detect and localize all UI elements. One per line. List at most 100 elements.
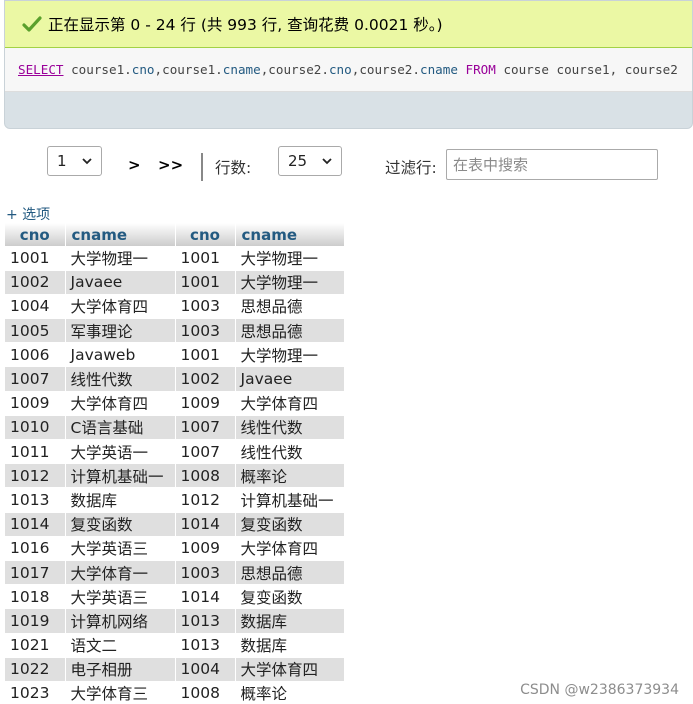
cell-cname: 思想品德	[235, 560, 345, 586]
cell-cno: 1011	[5, 439, 66, 465]
sql-column: cname	[419, 62, 458, 77]
table-row[interactable]: 1019 计算机网络 1013 数据库	[5, 608, 345, 634]
table-row[interactable]: 1004 大学体育四 1003 思想品德	[5, 294, 345, 320]
cell-cname: 思想品德	[235, 318, 345, 344]
table-row[interactable]: 1011 大学英语一 1007 线性代数	[5, 439, 345, 465]
cell-cno: 1002	[175, 366, 236, 392]
table-row[interactable]: 1023 大学体育三 1008 概率论	[5, 681, 345, 704]
cell-cname: 概率论	[235, 463, 345, 489]
cell-cno: 1001	[175, 342, 236, 368]
pagination-bar: 1 > >> 行数: 25 过滤行:	[0, 146, 693, 184]
cell-cno: 1013	[175, 608, 236, 634]
cell-cno: 1009	[5, 391, 66, 416]
chevron-down-icon	[82, 158, 92, 165]
table-header-row: cno cname cno cname	[5, 223, 345, 246]
cell-cname: 概率论	[235, 681, 345, 704]
query-result-message-box: 正在显示第 0 - 24 行 (共 993 行, 查询花费 0.0021 秒。)…	[4, 0, 693, 129]
options-toggle[interactable]: + 选项	[6, 204, 50, 224]
cell-cname: 大学体育四	[235, 391, 345, 416]
cell-cno: 1009	[175, 391, 236, 416]
table-row[interactable]: 1022 电子相册 1004 大学体育四	[5, 657, 345, 682]
cell-cno: 1014	[5, 512, 66, 537]
page-select[interactable]: 1	[47, 146, 102, 176]
table-row[interactable]: 1007 线性代数 1002 Javaee	[5, 366, 345, 392]
cell-cname: 大学物理一	[235, 342, 345, 368]
cell-cname: 大学物理一	[65, 246, 176, 271]
table-row[interactable]: 1018 大学英语三 1014 复变函数	[5, 584, 345, 610]
cell-cno: 1018	[5, 584, 66, 610]
table-row[interactable]: 1017 大学体育一 1003 思想品德	[5, 560, 345, 586]
cell-cname: 复变函数	[235, 512, 345, 537]
cell-cno: 1005	[5, 318, 66, 344]
table-row[interactable]: 1009 大学体育四 1009 大学体育四	[5, 391, 345, 416]
cell-cname: 电子相册	[65, 657, 176, 682]
cell-cname: 大学体育四	[235, 657, 345, 682]
cell-cno: 1014	[175, 584, 236, 610]
cell-cname: 线性代数	[65, 366, 176, 392]
results-table: cno cname cno cname 1001 大学物理一 1001 大学物理一 10…	[5, 223, 345, 704]
cell-cno: 1001	[175, 246, 236, 271]
cell-cno: 1013	[175, 633, 236, 658]
filter-label: 过滤行:	[385, 159, 437, 177]
column-header-cname[interactable]: cname	[235, 223, 345, 246]
cell-cname: 大学英语三	[65, 584, 176, 610]
cell-cname: 大学英语三	[65, 536, 176, 561]
column-header-cname[interactable]: cname	[65, 223, 176, 246]
table-row[interactable]: 1016 大学英语三 1009 大学体育四	[5, 536, 345, 561]
sql-keyword-select[interactable]: SELECT	[18, 62, 64, 77]
next-page-button[interactable]: >	[128, 156, 141, 174]
table-row[interactable]: 1021 语文二 1013 数据库	[5, 633, 345, 658]
rows-label: 行数:	[215, 159, 252, 177]
sql-column: cno	[328, 62, 352, 77]
cell-cname: 数据库	[235, 633, 345, 658]
table-row[interactable]: 1002 Javaee 1001 大学物理一	[5, 270, 345, 295]
status-text: 正在显示第 0 - 24 行 (共 993 行, 查询花费 0.0021 秒。)	[48, 16, 443, 34]
cell-cname: 线性代数	[235, 439, 345, 465]
sql-token: course2.	[359, 62, 420, 77]
table-row[interactable]: 1001 大学物理一 1001 大学物理一	[5, 246, 345, 271]
filter-rows-input[interactable]	[446, 149, 658, 180]
table-body: 1001 大学物理一 1001 大学物理一 1002 Javaee 1001 大学物理一 100…	[5, 246, 345, 704]
cell-cname: 数据库	[65, 487, 176, 513]
cell-cno: 1001	[5, 246, 66, 271]
check-icon	[22, 16, 42, 32]
column-header-cno[interactable]: cno	[5, 223, 66, 246]
rows-select-value: 25	[288, 152, 308, 170]
cell-cno: 1021	[5, 633, 66, 658]
cell-cno: 1014	[175, 512, 236, 537]
table-row[interactable]: 1012 计算机基础一 1008 概率论	[5, 463, 345, 489]
last-page-button[interactable]: >>	[158, 156, 183, 174]
sql-token: ,	[351, 62, 360, 77]
cell-cno: 1008	[175, 463, 236, 489]
rows-per-page-select[interactable]: 25	[278, 146, 342, 176]
cell-cno: 1003	[175, 318, 236, 344]
sql-keyword-from: FROM	[465, 62, 496, 77]
table-row[interactable]: 1010 C语言基础 1007 线性代数	[5, 415, 345, 441]
cell-cname: 复变函数	[235, 584, 345, 610]
cell-cname: C语言基础	[65, 415, 176, 441]
cell-cname: 计算机基础一	[65, 463, 176, 489]
column-header-cno[interactable]: cno	[175, 223, 236, 246]
cell-cname: 复变函数	[65, 512, 176, 537]
cell-cno: 1003	[175, 294, 236, 320]
cell-cname: Javaee	[235, 366, 345, 392]
sql-tail: course course1, course2	[503, 62, 678, 77]
chevron-down-icon	[322, 158, 332, 165]
table-row[interactable]: 1005 军事理论 1003 思想品德	[5, 318, 345, 344]
table-row[interactable]: 1014 复变函数 1014 复变函数	[5, 512, 345, 537]
cell-cno: 1022	[5, 657, 66, 682]
cell-cno: 1004	[5, 294, 66, 320]
cell-cname: 大学体育三	[65, 681, 176, 704]
cell-cname: 大学体育一	[65, 560, 176, 586]
cell-cname: 计算机网络	[65, 608, 176, 634]
cell-cno: 1007	[175, 415, 236, 441]
cell-cname: 大学体育四	[235, 536, 345, 561]
table-row[interactable]: 1013 数据库 1012 计算机基础一	[5, 487, 345, 513]
page-select-value: 1	[57, 152, 67, 170]
table-row[interactable]: 1006 Javaweb 1001 大学物理一	[5, 342, 345, 368]
cell-cname: 大学体育四	[65, 294, 176, 320]
sql-token: course1.	[71, 62, 132, 77]
cell-cname: 线性代数	[235, 415, 345, 441]
cell-cno: 1023	[5, 681, 66, 704]
cell-cno: 1019	[5, 608, 66, 634]
